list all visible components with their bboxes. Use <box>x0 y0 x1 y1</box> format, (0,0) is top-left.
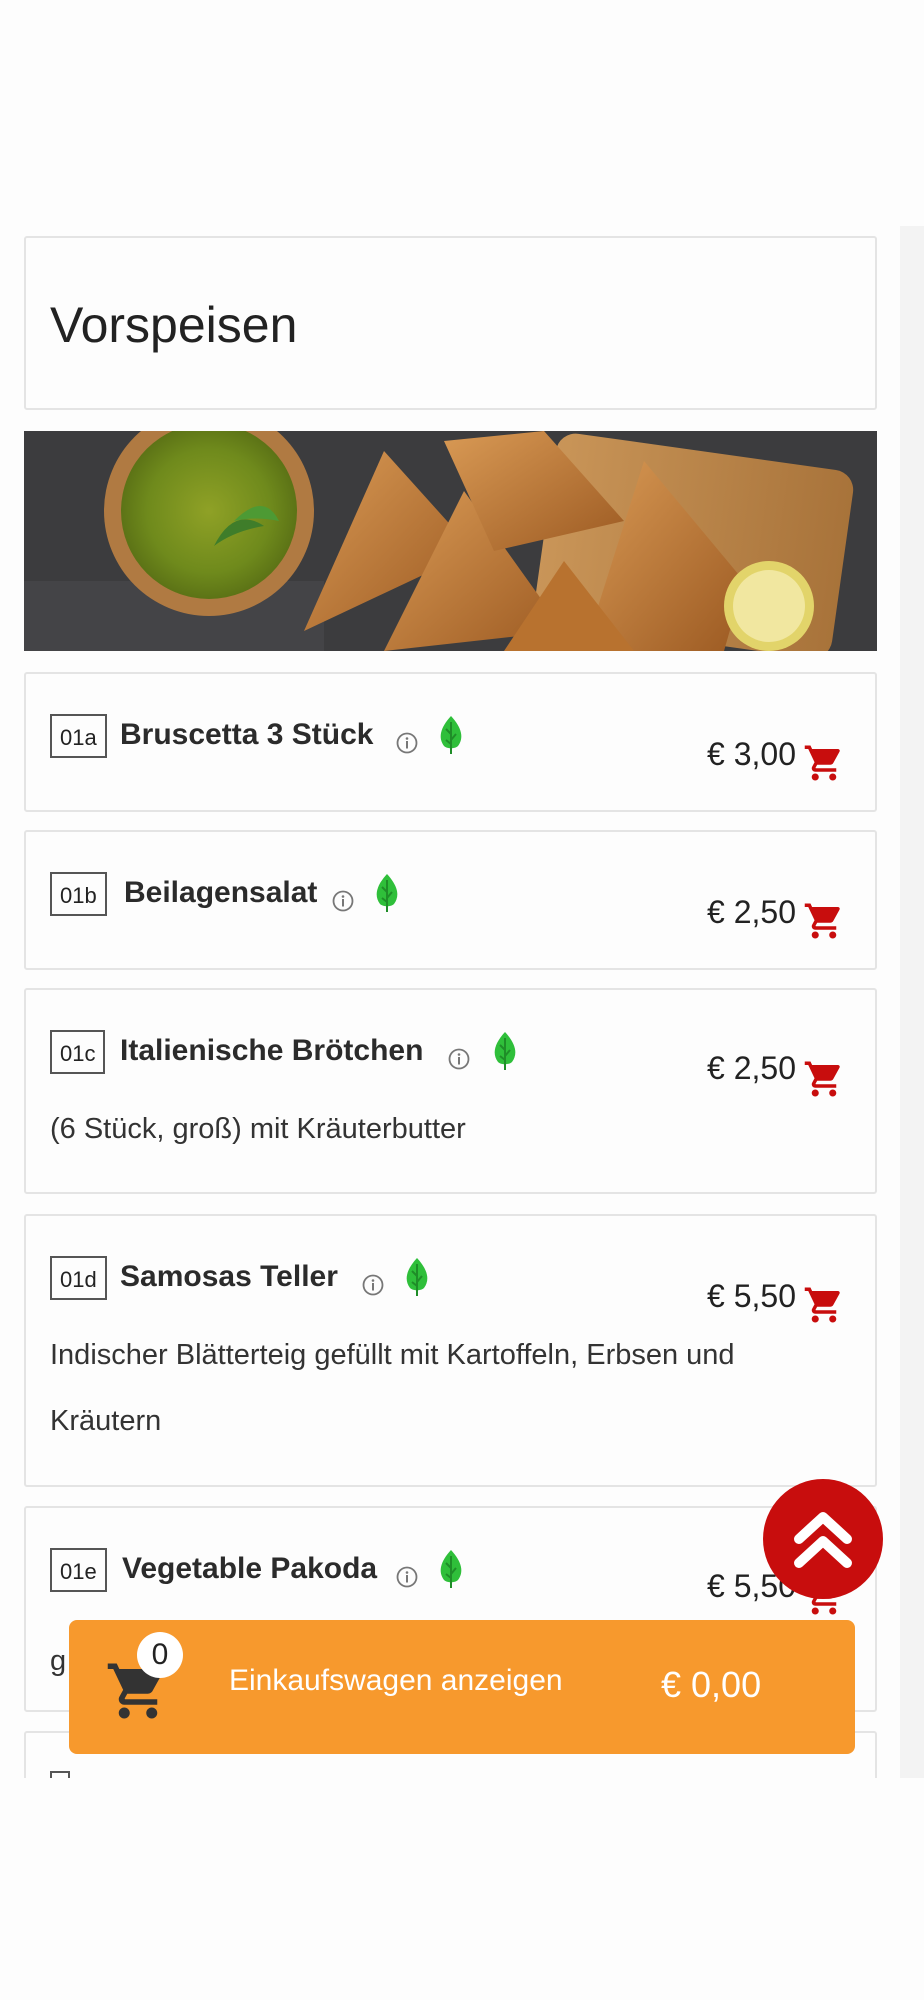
item-description: Indischer Blätterteig gefüllt mit Kartof… <box>50 1339 735 1437</box>
item-name[interactable]: Samosas Teller <box>120 1260 338 1294</box>
section-title: Vorspeisen <box>50 297 298 353</box>
section-header-card: Vorspeisen <box>24 236 877 410</box>
leaf-icon <box>406 1258 428 1296</box>
scroll-to-top-button[interactable] <box>763 1479 883 1599</box>
menu-item[interactable]: 01d Samosas Teller € 5,50 Indischer Blät… <box>24 1214 877 1487</box>
item-price: € 5,50 <box>707 1278 796 1314</box>
leaf-icon <box>494 1032 516 1070</box>
item-name[interactable]: Vegetable Pakoda <box>122 1552 377 1586</box>
add-to-cart-icon[interactable] <box>803 1284 845 1326</box>
info-circle-icon[interactable] <box>448 1048 470 1070</box>
scroll-track <box>900 226 924 1778</box>
info-circle-icon[interactable] <box>396 1566 418 1588</box>
view-cart-button[interactable]: 0 Einkaufswagen anzeigen € 0,00 <box>69 1620 855 1754</box>
cart-label: Einkaufswagen anzeigen <box>229 1664 563 1697</box>
item-price: € 2,50 <box>707 1050 796 1086</box>
cart-count-badge: 0 <box>137 1632 183 1678</box>
item-code: 01c <box>50 1030 106 1074</box>
add-to-cart-icon[interactable] <box>803 900 845 942</box>
cart-total: € 0,00 <box>661 1664 762 1705</box>
info-circle-icon[interactable] <box>332 890 354 912</box>
add-to-cart-icon[interactable] <box>803 1058 845 1100</box>
item-code: 01e <box>50 1548 107 1592</box>
leaf-icon <box>440 716 462 754</box>
samosa-banner-image <box>24 431 877 651</box>
menu-item[interactable]: 01b Beilagensalat € 2,50 <box>24 830 877 970</box>
item-code: 01d <box>50 1256 107 1300</box>
info-circle-icon[interactable] <box>396 732 418 754</box>
menu-item[interactable]: 01a Bruscetta 3 Stück € 3,00 <box>24 672 877 812</box>
leaf-icon <box>440 1550 462 1588</box>
item-code <box>50 1771 70 1778</box>
item-code: 01a <box>50 714 107 758</box>
leaf-icon <box>376 874 398 912</box>
category-banner-image <box>24 431 877 651</box>
item-name[interactable]: Beilagensalat <box>124 876 317 910</box>
info-circle-icon[interactable] <box>362 1274 384 1296</box>
add-to-cart-icon[interactable] <box>803 742 845 784</box>
menu-viewport: Vorspeisen 01a Bruscetta 3 Stück € 3,00 … <box>0 0 924 1778</box>
item-price: € 2,50 <box>707 894 796 930</box>
item-price: € 3,00 <box>707 736 796 772</box>
item-name[interactable]: Bruscetta 3 Stück <box>120 718 373 752</box>
item-code: 01b <box>50 872 107 916</box>
item-name[interactable]: Italienische Brötchen <box>120 1034 423 1068</box>
double-chevron-up-icon <box>794 1512 852 1568</box>
menu-item[interactable]: 01c Italienische Brötchen € 2,50 (6 Stüc… <box>24 988 877 1194</box>
item-description: (6 Stück, groß) mit Kräuterbutter <box>50 1113 466 1145</box>
